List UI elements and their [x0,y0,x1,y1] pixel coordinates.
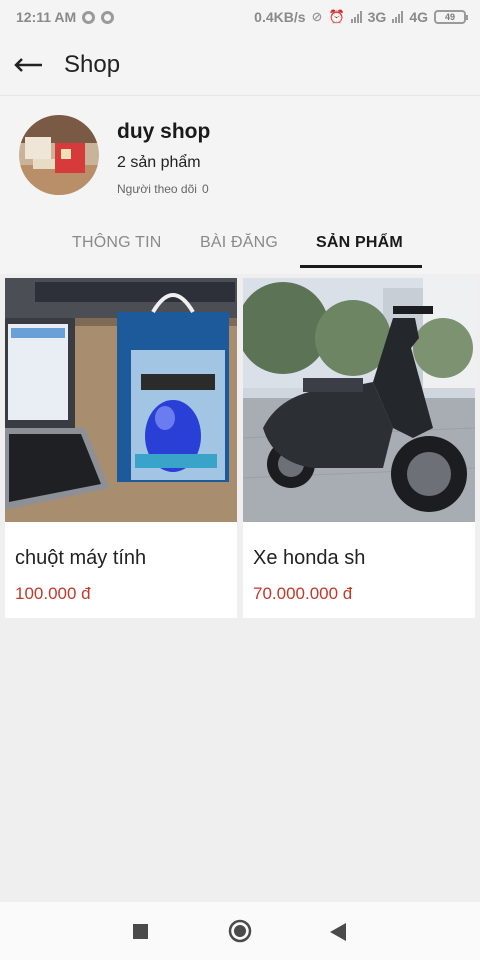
shop-header: duy shop 2 sản phẩm Người theo dõi 0 THÔ… [0,96,480,274]
page-title: Shop [64,50,121,78]
tab-products[interactable]: SẢN PHẨM [316,234,403,252]
product-price: 100.000 đ [15,584,91,603]
notification-dot-icon-2 [101,10,115,24]
network-label-2: 4G [409,9,428,25]
signal-icon-2 [392,11,404,23]
shop-name: duy shop [117,120,211,143]
back-arrow-icon[interactable] [14,55,44,75]
followers-label: Người theo dõi [117,182,197,196]
product-price: 70.000.000 đ [253,584,353,603]
product-image-scooter [243,278,475,522]
tab-bar: THÔNG TIN BÀI ĐĂNG SẢN PHẨM [0,222,480,274]
tab-posts[interactable]: BÀI ĐĂNG [200,234,278,252]
home-icon[interactable] [228,919,252,948]
active-tab-indicator [300,265,422,268]
notification-dot-icon [82,10,96,24]
status-bar: 12:11 AM 0.4KB/s ⊘ ⏰ 3G 4G 49 [0,0,480,34]
network-speed: 0.4KB/s [254,9,306,25]
shop-avatar[interactable] [19,115,99,195]
status-right: 0.4KB/s ⊘ ⏰ 3G 4G 49 [254,9,468,25]
signal-icon [350,11,362,23]
recent-apps-icon[interactable] [133,924,148,944]
product-count: 2 sản phẩm [117,154,201,171]
battery-level: 49 [444,12,455,22]
tab-info[interactable]: THÔNG TIN [72,234,162,252]
battery-icon: 49 [434,10,468,24]
product-name: chuột máy tính [15,547,147,569]
status-time: 12:11 AM [16,9,77,25]
followers: Người theo dõi 0 [117,182,209,196]
system-nav-bar [0,902,480,960]
product-image-mouse [5,278,237,522]
back-triangle-icon[interactable] [330,923,346,946]
followers-count: 0 [201,182,209,196]
product-card[interactable]: Xe honda sh 70.000.000 đ [243,278,475,618]
product-name: Xe honda sh [253,547,366,569]
app-bar: Shop [0,34,480,96]
alarm-icon: ⏰ [328,9,345,24]
product-card[interactable]: chuột máy tính 100.000 đ [5,278,237,618]
status-left: 12:11 AM [16,9,115,25]
network-label-1: 3G [367,9,387,25]
product-grid: chuột máy tính 100.000 đ Xe honda sh 70.… [5,278,475,618]
mute-icon: ⊘ [311,9,323,24]
